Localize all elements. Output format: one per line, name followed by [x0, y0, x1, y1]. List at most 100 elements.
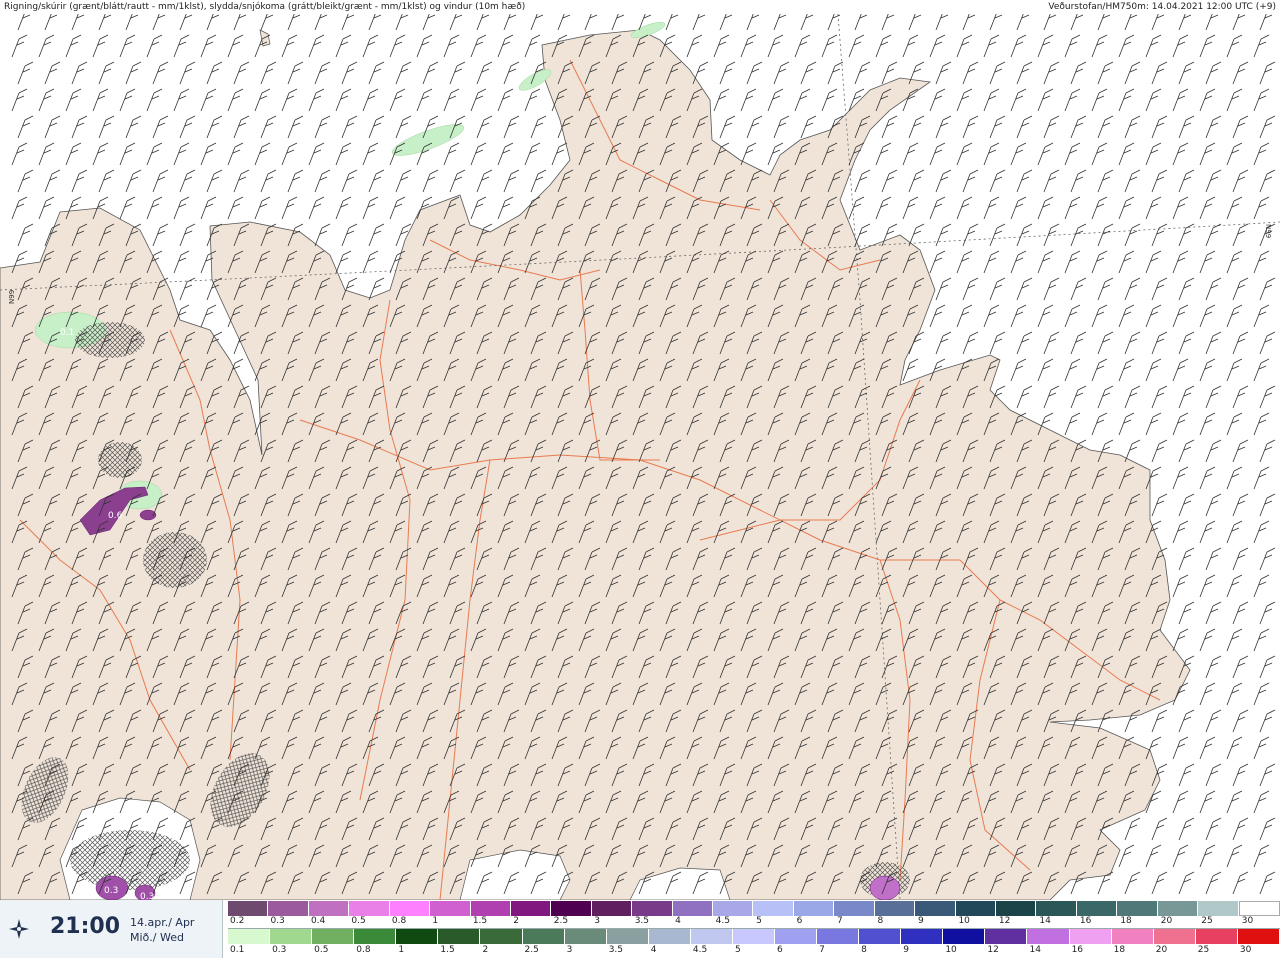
- snow-scale-swatch: [834, 901, 875, 916]
- snow-scale-label: 9: [917, 916, 924, 926]
- snow-scale-label: 7: [837, 916, 843, 926]
- snow-scale-label: 3: [594, 916, 600, 926]
- rain-scale-label: 5: [734, 945, 741, 955]
- rain-scale-swatch: [312, 929, 355, 944]
- snow-scale-swatch: [1076, 901, 1118, 916]
- snow-scale-label: 8: [877, 916, 884, 926]
- value-label-1: 0.1: [60, 328, 74, 338]
- rain-scale-label: 0.1: [230, 945, 245, 955]
- snow-scale-swatch: [793, 901, 835, 916]
- snow-scale-label: 0.8: [391, 916, 407, 926]
- rain-scale-swatch: [438, 929, 481, 944]
- weather-map[interactable]: N99 N99 0.1 0.6 0.3 0.3: [0, 14, 1280, 900]
- snow-scale-label: 18: [1120, 916, 1132, 926]
- rain-scale-swatch: [1195, 929, 1238, 944]
- snow-scale-label: 16: [1079, 916, 1092, 926]
- rain-scale-label: 9: [903, 945, 909, 955]
- rain-scale-swatch: [732, 929, 776, 944]
- snow-scale-label: 5: [756, 916, 762, 926]
- snow-color-scale: [228, 901, 1280, 916]
- snow-scale-swatch: [1198, 901, 1239, 916]
- rain-scale-label: 0.8: [356, 945, 371, 955]
- rain-scale-swatch: [1153, 929, 1196, 944]
- rain-scale-label: 3.5: [608, 945, 624, 955]
- snow-scale-swatch: [551, 901, 592, 916]
- rain-scale-swatch: [354, 929, 397, 944]
- snow-scale-swatch: [591, 901, 633, 916]
- rain-scale-swatch: [1111, 929, 1154, 944]
- rain-scale-label: 10: [945, 945, 957, 955]
- rain-scale-swatch: [859, 929, 902, 944]
- snow-scale-swatch: [228, 901, 269, 916]
- rain-scale-label: 7: [819, 945, 825, 955]
- snow-scale-swatch: [1117, 901, 1158, 916]
- snow-scale-label: 2: [513, 916, 520, 926]
- rain-scale-label: 6: [777, 945, 783, 955]
- rain-scale-swatch: [606, 929, 649, 944]
- rain-scale-swatch: [522, 929, 565, 944]
- value-label-3: 0.3: [104, 886, 118, 896]
- snow-scale-swatch: [1157, 901, 1199, 916]
- time-panel[interactable]: 21:00 14.apr./ Apr Mið./ Wed: [0, 900, 223, 958]
- value-label-4: 0.3: [140, 892, 154, 900]
- rain-scale-label: 12: [987, 945, 999, 955]
- rain-scale-swatch: [901, 929, 944, 944]
- rain-scale-swatch: [564, 929, 607, 944]
- snow-scale-label: 10: [958, 916, 970, 926]
- snow-scale-label: 4: [675, 916, 681, 926]
- snow-scale-label: 25: [1201, 916, 1213, 926]
- snow-scale-swatch: [874, 901, 916, 916]
- snow-scale-swatch: [308, 901, 350, 916]
- rain-scale-labels: 0.1 0.3 0.5 0.8 1 1.5 2 2.5 3 3.5 4 4.5 5 6 7 8 9 10 12 14 1…: [228, 945, 1280, 957]
- rain-scale-label: 0.3: [272, 945, 287, 955]
- snow-scale-swatch: [713, 901, 754, 916]
- snow-scale-swatch: [632, 901, 673, 916]
- snow-scale-swatch: [349, 901, 390, 916]
- rain-scale-label: 16: [1071, 945, 1084, 955]
- rain-scale-label: 2: [482, 945, 489, 955]
- snow-scale-label: 2.5: [553, 916, 569, 926]
- rain-scale-swatch: [943, 929, 986, 944]
- rain-scale-swatch: [396, 929, 439, 944]
- snow-scale-label: 30: [1241, 916, 1254, 926]
- rain-color-scale: [228, 929, 1280, 944]
- model-source: Veðurstofan/HM750m: 14.04.2021 12:00 UTC…: [1048, 2, 1276, 12]
- rain-scale-label: 20: [1155, 945, 1168, 955]
- snow-scale-swatch: [955, 901, 997, 916]
- rain-scale-swatch: [1027, 929, 1070, 944]
- rain-scale-label: 4: [650, 945, 657, 955]
- rain-scale-label: 2.5: [524, 945, 539, 955]
- rain-scale-swatch: [985, 929, 1028, 944]
- rain-scale-swatch: [775, 929, 818, 944]
- rain-scale-label: 4.5: [692, 945, 708, 955]
- snow-scale-label: 1.5: [472, 916, 488, 926]
- snow-scale-label: 6: [796, 916, 803, 926]
- snow-scale-swatch: [510, 901, 552, 916]
- rain-scale-label: 25: [1197, 945, 1210, 955]
- snow-scale-swatch: [996, 901, 1037, 916]
- forecast-weekday: Mið./ Wed: [130, 931, 184, 944]
- rain-scale-label: 18: [1113, 945, 1126, 955]
- snow-scale-label: 1: [432, 916, 439, 926]
- rain-scale-swatch: [817, 929, 860, 944]
- snow-scale-label: 4.5: [715, 916, 730, 926]
- snow-scale-label: 20: [1160, 916, 1173, 926]
- snow-scale-label: 12: [998, 916, 1011, 926]
- rain-scale-swatch: [1237, 929, 1280, 944]
- rain-scale-label: 3: [566, 945, 573, 955]
- rain-scale-swatch: [648, 929, 691, 944]
- snow-scale-label: 0.4: [310, 916, 326, 926]
- map-header: Rigning/skúrir (grænt/blátt/rautt - mm/1…: [0, 0, 1280, 14]
- snow-scale-swatch: [1238, 901, 1280, 916]
- lat-label-left: N99: [8, 290, 16, 304]
- compass-icon[interactable]: [8, 918, 30, 940]
- rain-scale-label: 0.5: [314, 945, 329, 955]
- rain-scale-swatch: [270, 929, 313, 944]
- snow-scale-label: 3.5: [634, 916, 650, 926]
- rain-scale-swatch: [480, 929, 523, 944]
- snow-scale-label: 0.5: [351, 916, 366, 926]
- snow-scale-labels: 0.2 0.3 0.4 0.5 0.8 1 1.5 2 2.5 3 3.5 4 4.5 5 6 7 8 9 10 12…: [228, 916, 1280, 928]
- rain-scale-label: 14: [1029, 945, 1041, 955]
- snow-scale-label: 0.3: [270, 916, 285, 926]
- rain-scale-label: 1.5: [440, 945, 455, 955]
